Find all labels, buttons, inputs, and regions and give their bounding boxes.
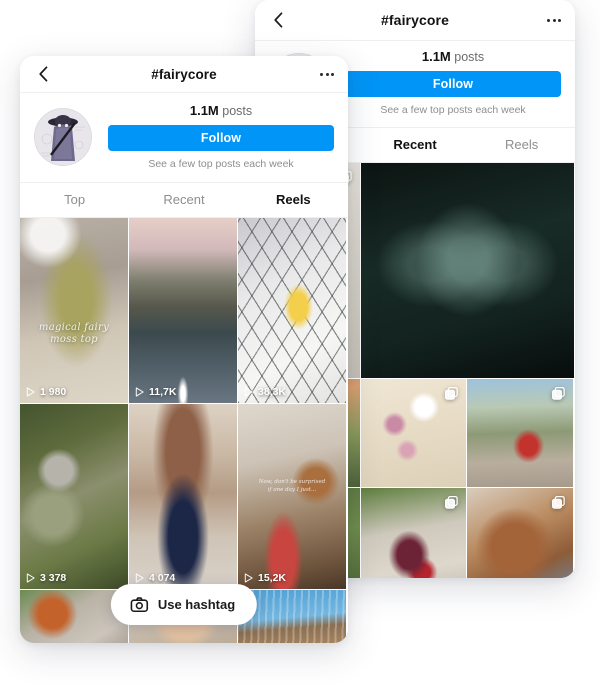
follow-button[interactable]: Follow [345,71,561,97]
view-count-value: 3 378 [40,572,67,584]
reel-tile[interactable]: 38,3K [238,218,346,403]
reel-caption-overlay: Now, don't be surprised if one day I just… [258,479,326,494]
view-count: 38,3K [243,386,286,398]
play-icon [244,387,253,397]
play-icon [26,387,35,397]
tabs-front-phone: Top Recent Reels [20,183,348,218]
use-hashtag-button[interactable]: Use hashtag [110,584,258,625]
view-count-value: 11,7K [149,386,177,398]
play-icon [26,573,35,583]
post-tile[interactable] [467,379,573,487]
carousel-icon [444,495,458,509]
view-count-value: 4 074 [149,572,176,584]
post-tile[interactable] [361,488,466,578]
ellipsis-icon[interactable] [547,18,561,22]
navbar-front-phone: #fairycore [20,56,348,93]
play-icon [135,387,144,397]
tab-recent[interactable]: Recent [129,183,238,217]
reel-tile[interactable]: 4 074 [129,404,237,589]
view-count: 11,7K [134,386,176,398]
reel-village-river-duck-thumbnail [129,218,237,403]
posts-count: 1.1M [189,103,219,118]
view-count-value: 15,2K [258,572,287,584]
reel-tile[interactable]: 11,7K [129,218,237,403]
reel-strawberry-waffle-thumbnail [238,404,346,589]
page-title: #fairycore [151,66,217,82]
reel-duckling-bed-thumbnail [238,218,346,403]
hashtag-avatar-icon [35,108,91,165]
follow-button[interactable]: Follow [108,125,334,151]
reel-tile[interactable]: Now, don't be surprised if one day I just… [238,404,346,589]
camera-icon [130,597,149,613]
reels-grid-front: magical fairy moss top 1 980 11,7K 38,3K 3 37… [20,218,348,643]
view-count: 1 980 [25,386,66,398]
page-title: #fairycore [381,12,449,28]
follow-subnote: See a few top posts each week [380,104,526,116]
reel-caption-overlay: magical fairy moss top [38,321,110,346]
post-tile[interactable] [361,379,466,487]
view-count: 15,2K [243,572,286,584]
tab-reels[interactable]: Reels [239,183,348,217]
avatar[interactable] [34,107,92,166]
view-count: 4 074 [134,572,175,584]
reel-tile[interactable]: magical fairy moss top 1 980 [20,218,128,403]
follow-subnote: See a few top posts each week [148,158,294,170]
tab-top[interactable]: Top [20,183,129,217]
navbar-back-phone: #fairycore [255,0,575,41]
play-icon [135,573,144,583]
reel-moss-top-thumbnail [20,218,128,403]
posts-count-line: 1.1M posts [345,49,561,64]
reel-fairy-garden-stone-thumbnail [20,404,128,589]
posts-count-line: 1.1M posts [108,103,334,118]
chevron-left-icon[interactable] [34,64,54,84]
view-count-value: 38,3K [258,386,287,398]
profile-info-back: 1.1M posts Follow See a few top posts ea… [329,49,561,116]
view-count-value: 1 980 [40,386,67,398]
hashtag-profile-front: 1.1M posts Follow See a few top posts ea… [20,93,348,183]
carousel-icon [551,386,565,400]
posts-label: posts [222,104,253,118]
chevron-left-icon[interactable] [269,10,289,30]
posts-label: posts [454,50,485,64]
tab-reels[interactable]: Reels [468,128,575,162]
post-tile[interactable] [361,163,574,378]
post-dark-fairy-forest-thumbnail [361,163,574,378]
post-tile[interactable] [467,488,573,578]
view-count: 3 378 [25,572,66,584]
profile-info-front: 1.1M posts Follow See a few top posts ea… [92,103,334,170]
use-hashtag-label: Use hashtag [157,597,236,612]
carousel-icon [551,495,565,509]
phone-mock-reels: #fairycore 1.1M posts Follow See a few t… [20,56,348,643]
reel-blue-dress-arcade-thumbnail [129,404,237,589]
ellipsis-icon[interactable] [320,72,334,76]
tab-recent[interactable]: Recent [362,128,469,162]
reel-tile[interactable]: 3 378 [20,404,128,589]
play-icon [244,573,253,583]
carousel-icon [444,386,458,400]
posts-count: 1.1M [421,49,451,64]
